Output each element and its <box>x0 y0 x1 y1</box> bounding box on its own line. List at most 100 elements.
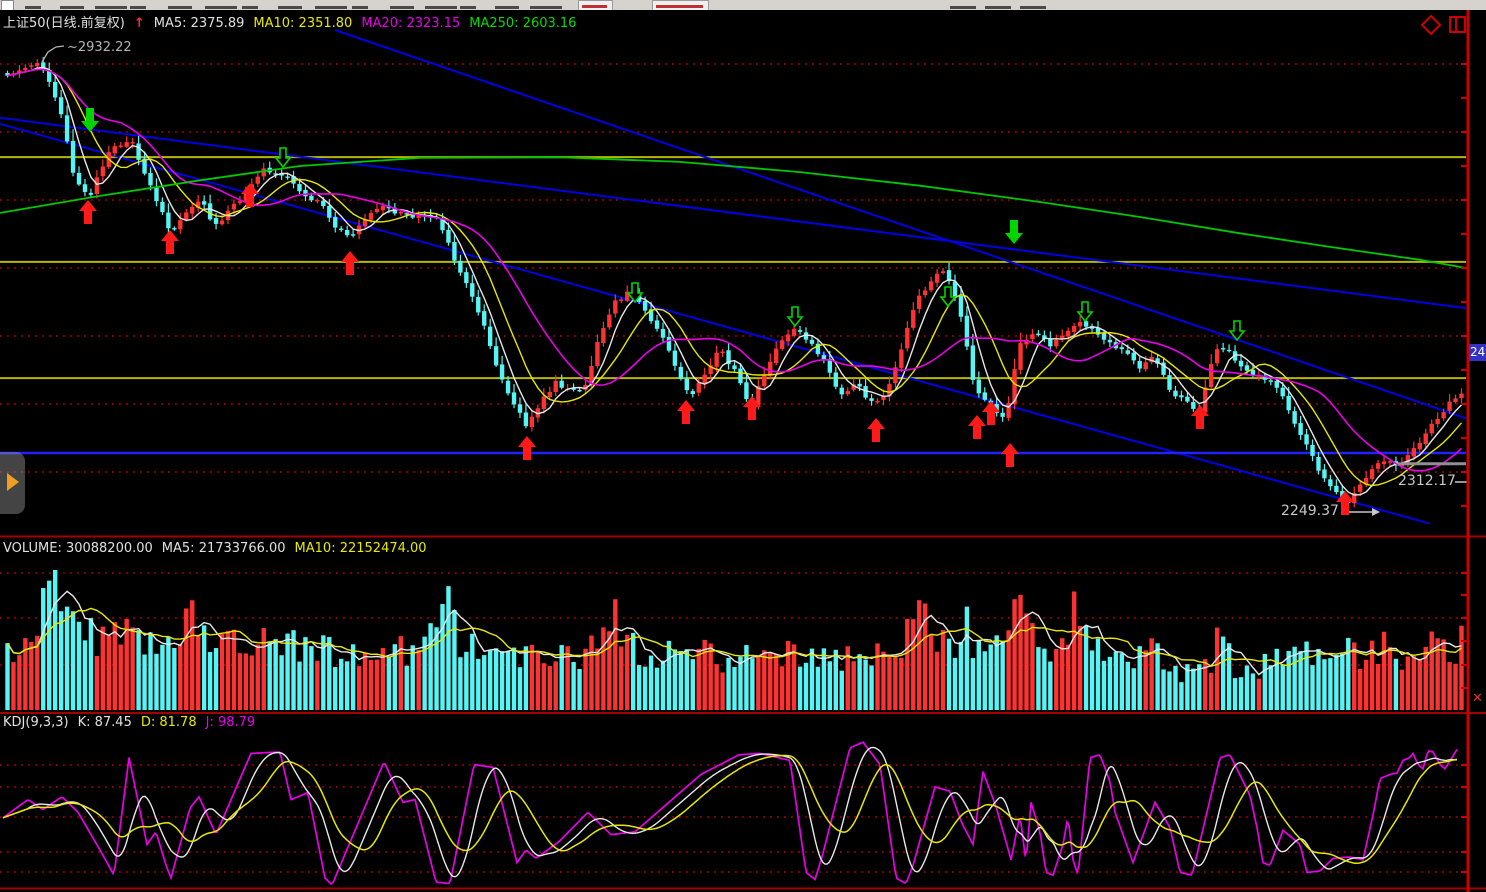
volume-bar <box>77 622 81 710</box>
candle-body <box>673 351 677 366</box>
candle-body <box>309 196 313 201</box>
candle-body <box>554 381 558 392</box>
volume-bar <box>697 649 701 710</box>
close-icon[interactable]: ✕ <box>1472 691 1483 706</box>
candle-body <box>83 184 87 192</box>
volume-bar <box>47 581 51 710</box>
volume-bar <box>154 654 158 710</box>
candle-body <box>351 234 355 235</box>
volume-bar <box>1114 652 1118 710</box>
volume-bar <box>911 619 915 710</box>
volume-bar <box>720 672 724 710</box>
volume-bar <box>810 649 814 710</box>
chart-canvas[interactable] <box>0 0 1486 892</box>
volume-bar <box>1173 666 1177 710</box>
volume-bar <box>95 656 99 710</box>
candle-body <box>303 190 307 196</box>
volume-bar <box>1245 666 1249 710</box>
candle-body <box>911 310 915 328</box>
volume-bar <box>959 642 963 710</box>
volume-bar <box>929 635 933 710</box>
volume-bar <box>738 657 742 710</box>
candle-body <box>1215 349 1219 363</box>
volume-bar <box>1227 643 1231 710</box>
volume-bar <box>673 649 677 710</box>
volume-bar <box>291 630 295 710</box>
candle-body <box>95 177 99 194</box>
candle-body <box>720 352 724 353</box>
readout-item: D: 81.78 <box>141 715 197 730</box>
candle-body <box>643 301 647 311</box>
volume-bar <box>822 648 826 710</box>
candle-body <box>1435 419 1439 424</box>
candle-body <box>1269 380 1273 381</box>
readout-item: MA5: 21733766.00 <box>162 541 286 556</box>
candle-body <box>119 145 123 146</box>
candle-body <box>559 381 563 388</box>
volume-bar <box>1352 642 1356 710</box>
volume-bar <box>214 648 218 710</box>
candle-body <box>863 386 867 398</box>
volume-bar <box>619 646 623 710</box>
volume-bar <box>726 658 730 710</box>
volume-bar <box>1269 665 1273 710</box>
candle-body <box>869 398 873 401</box>
candle-body <box>1173 391 1177 397</box>
volume-bar <box>399 636 403 710</box>
volume-bar <box>935 652 939 710</box>
volume-bar <box>172 648 176 710</box>
candle-body <box>905 328 909 348</box>
volume-bar <box>1233 678 1237 710</box>
candle-body <box>953 282 957 297</box>
buy-arrow-icon <box>867 418 885 442</box>
volume-bar <box>184 608 188 710</box>
readout-item: MA20: 2323.15 <box>361 16 460 31</box>
volume-bar <box>905 619 909 710</box>
volume-bar <box>655 668 659 710</box>
volume-bar <box>1143 650 1147 710</box>
candle-body <box>977 380 981 394</box>
buy-arrow-icon <box>79 200 97 224</box>
candle-body <box>1072 326 1076 332</box>
volume-bar <box>262 628 266 710</box>
volume-bar <box>1257 679 1261 710</box>
volume-bar <box>178 644 182 710</box>
sidebar-expander-handle[interactable] <box>0 452 25 514</box>
volume-bar <box>756 655 760 710</box>
volume-bar <box>953 658 957 710</box>
candle-body <box>220 220 224 224</box>
volume-bar <box>1364 660 1368 710</box>
split-window-icon[interactable] <box>1450 17 1465 32</box>
volume-bar <box>53 570 57 710</box>
candle-body <box>202 201 206 204</box>
volume-bar <box>941 630 945 710</box>
candle-body <box>971 345 975 379</box>
candle-body <box>685 379 689 391</box>
candle-body <box>399 212 403 213</box>
volume-bar <box>148 633 152 710</box>
candle-body <box>333 217 337 227</box>
candle-body <box>458 261 462 273</box>
volume-bar <box>1012 599 1016 710</box>
readout-item: MA250: 2603.16 <box>469 16 576 31</box>
volume-bar <box>89 618 93 710</box>
candle-body <box>1334 486 1338 492</box>
volume-bar <box>1334 655 1338 710</box>
volume-bar <box>136 630 140 710</box>
candle-body <box>1000 413 1004 417</box>
volume-bar <box>1108 657 1112 710</box>
volume-bar <box>518 667 522 710</box>
candle-body <box>619 300 623 301</box>
candle-body <box>1382 461 1386 464</box>
volume-bar <box>369 660 373 710</box>
candle-body <box>35 63 39 66</box>
volume-bar <box>750 658 754 710</box>
candle-body <box>1316 457 1320 471</box>
volume-bar <box>452 610 456 710</box>
volume-bar <box>649 656 653 710</box>
diamond-icon[interactable] <box>1422 16 1440 34</box>
candle-body <box>792 329 796 336</box>
volume-bar <box>1197 664 1201 710</box>
candle-body <box>53 82 57 98</box>
candle-body <box>595 342 599 366</box>
